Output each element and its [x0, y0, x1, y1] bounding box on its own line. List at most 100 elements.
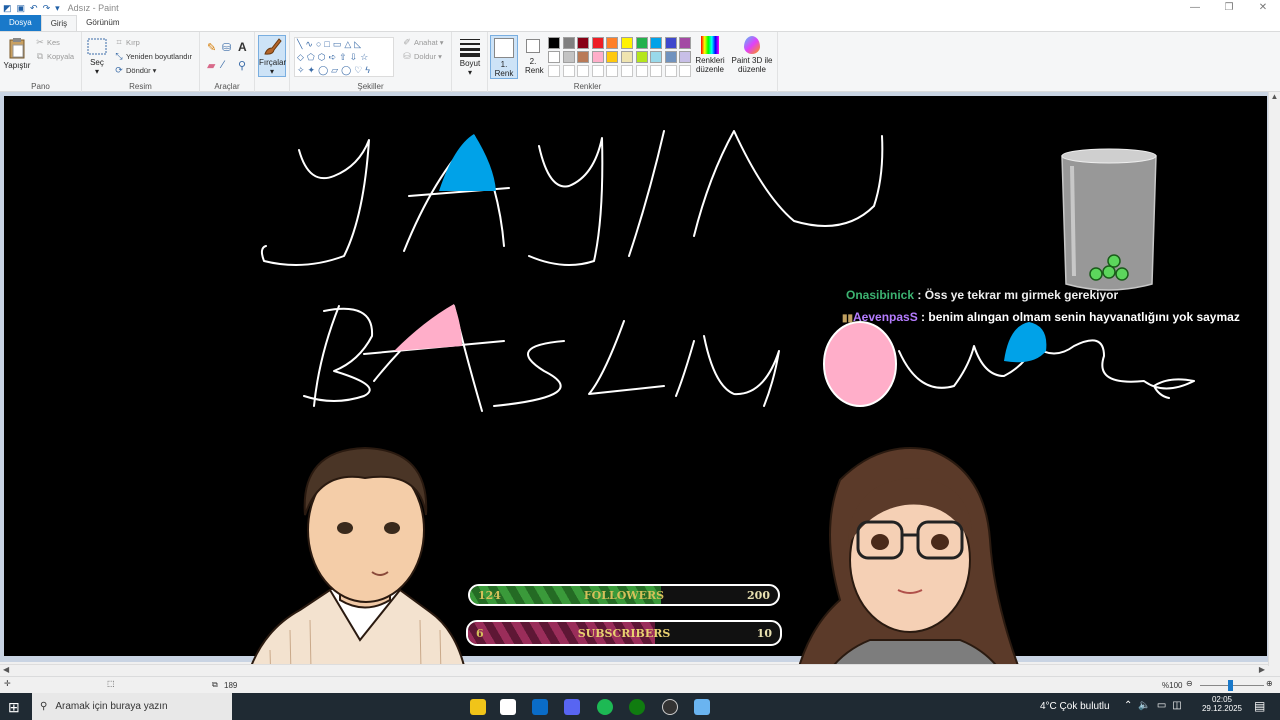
- rotate-label: Döndür: [126, 65, 151, 75]
- weather-widget[interactable]: 4°C Çok bulutlu: [1040, 701, 1110, 712]
- palette-color-swatch[interactable]: [650, 51, 663, 63]
- discord-icon[interactable]: [564, 699, 580, 715]
- close-button[interactable]: ✕: [1246, 2, 1280, 13]
- edit-colors-button[interactable]: Renkleri düzenle: [694, 36, 726, 74]
- edit-colors-label: Renkleri düzenle: [695, 56, 725, 74]
- eraser-icon[interactable]: ▰: [207, 59, 215, 72]
- palette-color-swatch[interactable]: [591, 37, 604, 49]
- palette-color-swatch[interactable]: [621, 37, 633, 49]
- palette-color-swatch[interactable]: [562, 51, 575, 63]
- palette-color-swatch[interactable]: [548, 51, 560, 63]
- copy-button[interactable]: ⧉ Kopyala: [35, 51, 74, 61]
- file-explorer-icon[interactable]: [470, 699, 486, 715]
- cursor-position-icon: ✛: [4, 679, 11, 688]
- chat-message-1: Onasibinick : Öss ye tekrar mı girmek ge…: [846, 288, 1118, 302]
- zoom-slider-thumb[interactable]: [1228, 680, 1233, 691]
- custom-color-slot[interactable]: [621, 65, 633, 77]
- palette-color-swatch[interactable]: [679, 37, 692, 49]
- redo-icon[interactable]: ↷: [43, 2, 51, 14]
- paint-taskbar-icon[interactable]: [694, 699, 710, 715]
- clipboard-icon: [9, 38, 25, 59]
- palette-color-swatch[interactable]: [577, 51, 590, 63]
- palette-color-swatch[interactable]: [591, 51, 604, 63]
- palette-color-swatch[interactable]: [577, 37, 590, 49]
- chat-message-2: ▮▮AevenpasS : benim alıngan olmam senin …: [842, 310, 1240, 324]
- system-tray-icons[interactable]: ⌃🔈▭◫: [1124, 700, 1188, 711]
- crop-button[interactable]: ⌗ Kırp: [114, 37, 139, 47]
- palette-color-swatch[interactable]: [650, 37, 663, 49]
- zoom-out-icon[interactable]: ⊖: [1186, 679, 1193, 688]
- size-button[interactable]: Boyut ▾: [456, 37, 484, 77]
- drawn-letter-y3: [703, 335, 780, 407]
- horizontal-scrollbar[interactable]: ◀ ▶: [0, 664, 1268, 676]
- outlook-icon[interactable]: [532, 699, 548, 715]
- palette-color-swatch[interactable]: [621, 51, 633, 63]
- palette-color-swatch[interactable]: [664, 37, 677, 49]
- color-picker-icon[interactable]: ⁄: [222, 59, 224, 71]
- custom-color-slot[interactable]: [548, 65, 560, 77]
- selection-size-icon: ⬚: [107, 679, 115, 688]
- clock[interactable]: 02:05 29.12.2025: [1200, 695, 1244, 713]
- resize-button[interactable]: ⤡ Yeniden boyutlandır: [114, 51, 192, 61]
- custom-color-slot[interactable]: [635, 65, 648, 77]
- brushes-button[interactable]: Fırçalar ▾: [258, 35, 286, 77]
- custom-color-slot[interactable]: [591, 65, 604, 77]
- colors-group: 1. Renk 2. Renk Renkleri düzenle Paint 3…: [488, 32, 778, 92]
- palette-color-swatch[interactable]: [635, 37, 648, 49]
- scroll-right-icon[interactable]: ▶: [1259, 665, 1265, 674]
- scroll-up-icon[interactable]: ▲: [1269, 92, 1280, 101]
- undo-icon[interactable]: ↶: [30, 2, 38, 14]
- maximize-button[interactable]: ❐: [1212, 2, 1246, 13]
- custom-color-slot[interactable]: [679, 65, 692, 77]
- fill-bucket-icon[interactable]: ⛁: [222, 41, 231, 54]
- vertical-scrollbar[interactable]: ▲: [1268, 92, 1280, 666]
- palette-color-swatch[interactable]: [606, 51, 619, 63]
- magnifier-icon[interactable]: ⚲: [238, 59, 246, 72]
- store-icon[interactable]: [500, 699, 516, 715]
- save-icon[interactable]: ▣: [17, 2, 26, 14]
- outline-dropdown[interactable]: ✐ Anahat ▾: [402, 37, 443, 47]
- tools-group-label: Araçlar: [214, 82, 240, 91]
- fill-dropdown[interactable]: ⛁ Doldur ▾: [402, 51, 442, 61]
- shapes-gallery[interactable]: ╲∿○□▭△◺ ◇⬠⬡➪⇧⇩☆ ✧✦◯▱◯♡ϟ: [294, 37, 394, 77]
- tab-view[interactable]: Görünüm: [77, 15, 128, 31]
- xbox-icon[interactable]: [629, 699, 645, 715]
- spotify-icon[interactable]: [597, 699, 613, 715]
- pencil-icon[interactable]: ✎: [207, 41, 216, 54]
- paint3d-button[interactable]: Paint 3D ile düzenle: [730, 36, 774, 74]
- rotate-button[interactable]: ⟳ Döndür ▾: [114, 65, 156, 75]
- obs-icon[interactable]: [662, 699, 678, 715]
- taskbar-search[interactable]: ⚲ Aramak için buraya yazın: [32, 693, 232, 720]
- palette-color-swatch[interactable]: [679, 51, 692, 63]
- paste-button[interactable]: Yapıştır: [3, 37, 31, 70]
- drawing-canvas[interactable]: Onasibinick : Öss ye tekrar mı girmek ge…: [4, 96, 1267, 656]
- cut-button[interactable]: ✂ Kes: [35, 37, 60, 47]
- custom-color-slot[interactable]: [562, 65, 575, 77]
- palette-color-swatch[interactable]: [562, 37, 575, 49]
- search-icon: ⚲: [40, 701, 48, 712]
- palette-color-swatch[interactable]: [606, 37, 619, 49]
- zoom-in-icon[interactable]: ⊕: [1266, 679, 1273, 688]
- minimize-button[interactable]: —: [1178, 2, 1212, 13]
- copy-icon: ⧉: [36, 51, 44, 61]
- color1-button[interactable]: 1. Renk: [490, 35, 518, 79]
- palette-color-swatch[interactable]: [664, 51, 677, 63]
- custom-color-slot[interactable]: [577, 65, 590, 77]
- palette-color-swatch[interactable]: [548, 37, 560, 49]
- palette-color-swatch[interactable]: [635, 51, 648, 63]
- text-tool-icon[interactable]: A: [238, 40, 247, 54]
- custom-color-slot[interactable]: [650, 65, 663, 77]
- scroll-left-icon[interactable]: ◀: [3, 665, 9, 674]
- tab-file[interactable]: Dosya: [0, 15, 41, 31]
- windows-start-icon[interactable]: ⊞: [8, 699, 20, 716]
- select-button[interactable]: Seç ▾: [86, 38, 108, 76]
- customize-toolbar-icon[interactable]: ▾: [55, 2, 60, 14]
- notification-icon[interactable]: ▤: [1254, 699, 1265, 713]
- tab-home[interactable]: Giriş: [40, 15, 78, 31]
- followers-goal-bar: 124 FOLLOWERS 200: [468, 584, 780, 606]
- resize-label: Yeniden boyutlandır: [126, 51, 193, 61]
- window-title: Adsız - Paint: [67, 2, 119, 13]
- color2-button[interactable]: 2. Renk: [520, 37, 546, 75]
- custom-color-slot[interactable]: [606, 65, 619, 77]
- custom-color-slot[interactable]: [664, 65, 677, 77]
